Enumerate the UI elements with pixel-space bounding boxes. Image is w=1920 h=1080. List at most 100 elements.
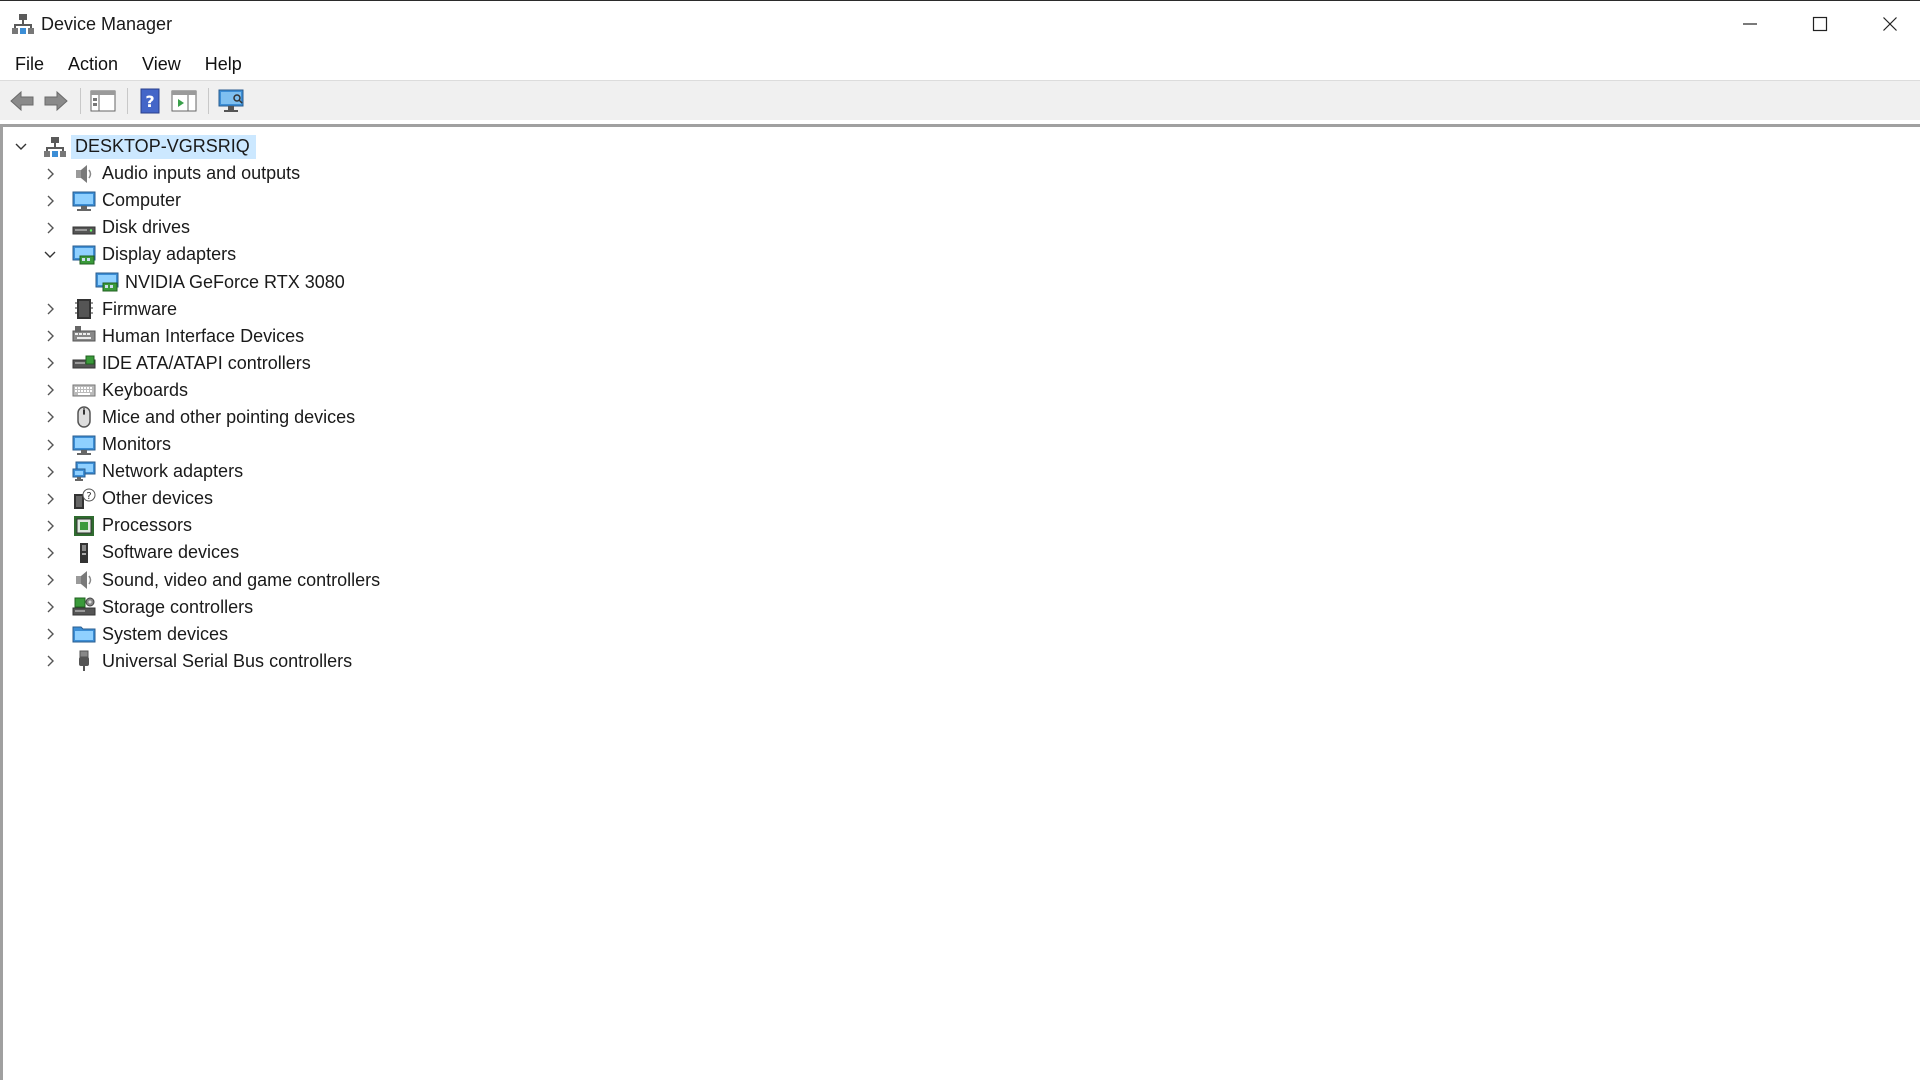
tree-category-processors[interactable]: Processors xyxy=(3,512,1920,539)
tree-category-monitors[interactable]: Monitors xyxy=(3,431,1920,458)
speaker-icon xyxy=(72,162,96,186)
chevron-right-icon[interactable] xyxy=(42,193,58,209)
tree-category-keyboards[interactable]: Keyboards xyxy=(3,377,1920,404)
keyboard-icon xyxy=(72,378,96,402)
tree-category-label: Audio inputs and outputs xyxy=(102,163,301,184)
chevron-right-icon[interactable] xyxy=(42,491,58,507)
tree-root-node[interactable]: DESKTOP-VGRSRIQ xyxy=(3,133,1920,160)
chevron-down-icon[interactable] xyxy=(13,139,29,155)
chevron-right-icon[interactable] xyxy=(42,464,58,480)
tree-category-label: Disk drives xyxy=(102,217,191,238)
chevron-right-icon[interactable] xyxy=(42,301,58,317)
tree-category-disk-drives[interactable]: Disk drives xyxy=(3,214,1920,241)
menu-help[interactable]: Help xyxy=(196,50,251,79)
other-devices-icon: ? xyxy=(72,487,96,511)
tree-category-storage-controllers[interactable]: Storage controllers xyxy=(3,594,1920,621)
tree-category-display-adapters[interactable]: Display adapters xyxy=(3,241,1920,268)
chevron-right-icon[interactable] xyxy=(42,409,58,425)
toolbar-separator xyxy=(127,87,128,114)
chevron-down-icon[interactable] xyxy=(42,247,58,263)
back-button[interactable] xyxy=(6,85,38,117)
help-button[interactable]: ? xyxy=(134,85,166,117)
tree-category-label: Mice and other pointing devices xyxy=(102,406,356,427)
forward-icon xyxy=(44,90,68,111)
svg-text:?: ? xyxy=(145,92,154,111)
hid-icon xyxy=(72,324,96,348)
chevron-right-icon[interactable] xyxy=(42,626,58,642)
tree-category-label: System devices xyxy=(102,623,229,644)
tree-category-label: Computer xyxy=(102,190,182,211)
chevron-right-icon[interactable] xyxy=(42,572,58,588)
title-bar: Device Manager xyxy=(0,0,1920,48)
mouse-icon xyxy=(72,405,96,429)
chevron-right-icon[interactable] xyxy=(42,518,58,534)
device-tree: DESKTOP-VGRSRIQ Audio inputs and outputs… xyxy=(0,124,1920,1080)
storage-controller-icon xyxy=(72,595,96,619)
processor-icon xyxy=(72,514,96,538)
tree-category-label: Universal Serial Bus controllers xyxy=(102,650,353,671)
tree-category-label: Software devices xyxy=(102,542,240,563)
computer-tree-icon xyxy=(43,135,67,159)
tree-category-label: Firmware xyxy=(102,298,177,319)
display-adapter-icon xyxy=(72,243,96,267)
tree-category-mice[interactable]: Mice and other pointing devices xyxy=(3,404,1920,431)
tree-category-audio[interactable]: Audio inputs and outputs xyxy=(3,160,1920,187)
tree-category-other-devices[interactable]: ? Other devices xyxy=(3,485,1920,512)
system-devices-icon xyxy=(72,622,96,646)
chevron-right-icon[interactable] xyxy=(42,328,58,344)
monitor-scan-icon xyxy=(218,89,244,112)
tree-category-system-devices[interactable]: System devices xyxy=(3,621,1920,648)
menu-view[interactable]: View xyxy=(133,50,190,79)
forward-button[interactable] xyxy=(40,85,72,117)
tree-category-label: Keyboards xyxy=(102,379,189,400)
ide-controller-icon xyxy=(72,351,96,375)
help-icon: ? xyxy=(140,88,160,113)
tree-category-label: Monitors xyxy=(102,434,172,455)
chevron-right-icon[interactable] xyxy=(42,545,58,561)
network-adapter-icon xyxy=(72,460,96,484)
tree-category-usb-controllers[interactable]: Universal Serial Bus controllers xyxy=(3,648,1920,675)
close-button[interactable] xyxy=(1855,1,1920,47)
usb-icon xyxy=(72,649,96,673)
tree-category-label: Processors xyxy=(102,515,193,536)
tree-category-label: Other devices xyxy=(102,488,214,509)
tree-category-computer[interactable]: Computer xyxy=(3,187,1920,214)
window-title: Device Manager xyxy=(41,14,173,34)
chevron-right-icon[interactable] xyxy=(42,599,58,615)
chevron-right-icon[interactable] xyxy=(42,220,58,236)
menu-action[interactable]: Action xyxy=(59,50,127,79)
svg-text:?: ? xyxy=(86,491,91,502)
minimize-button[interactable] xyxy=(1715,1,1785,47)
software-device-icon xyxy=(72,541,96,565)
tree-device-label: NVIDIA GeForce RTX 3080 xyxy=(125,271,345,292)
maximize-button[interactable] xyxy=(1785,1,1855,47)
tree-root-label: DESKTOP-VGRSRIQ xyxy=(71,134,256,159)
tree-category-software-devices[interactable]: Software devices xyxy=(3,539,1920,566)
tree-category-label: Network adapters xyxy=(102,461,244,482)
back-icon xyxy=(10,90,34,111)
chevron-right-icon[interactable] xyxy=(42,382,58,398)
tree-category-network-adapters[interactable]: Network adapters xyxy=(3,458,1920,485)
tree-category-label: Display adapters xyxy=(102,244,237,265)
tree-category-label: Storage controllers xyxy=(102,596,254,617)
tree-category-sound-video-game[interactable]: Sound, video and game controllers xyxy=(3,567,1920,594)
menu-file[interactable]: File xyxy=(6,50,53,79)
tree-category-firmware[interactable]: Firmware xyxy=(3,296,1920,323)
computer-icon xyxy=(72,189,96,213)
tree-category-hid[interactable]: Human Interface Devices xyxy=(3,323,1920,350)
tree-category-label: Human Interface Devices xyxy=(102,325,305,346)
menu-bar: File Action View Help xyxy=(0,48,1920,80)
action-pane-icon xyxy=(171,90,197,111)
toolbar-separator xyxy=(208,87,209,114)
tree-category-ide-controllers[interactable]: IDE ATA/ATAPI controllers xyxy=(3,350,1920,377)
action-pane-button[interactable] xyxy=(168,85,200,117)
speaker-icon xyxy=(72,568,96,592)
properties-pane-button[interactable] xyxy=(87,85,119,117)
chevron-right-icon[interactable] xyxy=(42,166,58,182)
scan-hardware-button[interactable] xyxy=(215,85,247,117)
chevron-right-icon[interactable] xyxy=(42,355,58,371)
firmware-icon xyxy=(72,297,96,321)
tree-device-nvidia-rtx-3080[interactable]: NVIDIA GeForce RTX 3080 xyxy=(3,268,1920,295)
chevron-right-icon[interactable] xyxy=(42,437,58,453)
chevron-right-icon[interactable] xyxy=(42,653,58,669)
